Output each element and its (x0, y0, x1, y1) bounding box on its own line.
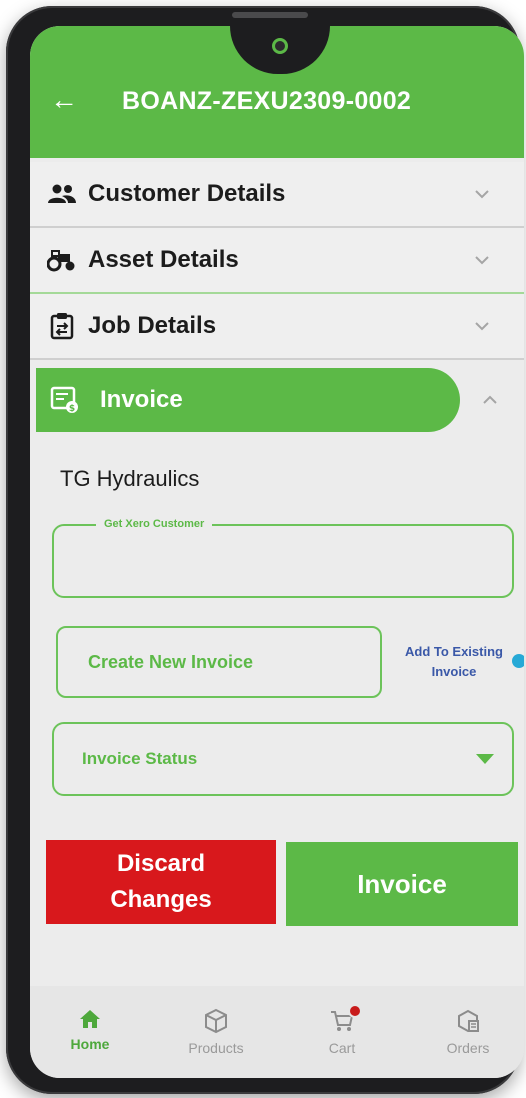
create-new-invoice-button[interactable]: Create New Invoice (56, 626, 382, 698)
invoice-status-placeholder: Invoice Status (82, 749, 198, 768)
divider (30, 358, 524, 360)
section-label: Job Details (88, 312, 217, 339)
orders-icon (458, 1009, 479, 1033)
chevron-down-icon (475, 322, 489, 331)
section-invoice[interactable]: $ Invoice (36, 368, 460, 432)
section-label: Asset Details (88, 246, 239, 273)
tractor-icon (40, 248, 84, 272)
invoice-button[interactable]: Invoice (286, 842, 518, 926)
nav-label: Cart (328, 1040, 356, 1056)
bottom-nav: Home Products Cart Orders (30, 986, 524, 1078)
section-customer-details[interactable]: Customer Details (30, 162, 524, 226)
box-icon (205, 1008, 227, 1034)
discard-changes-button[interactable]: Discard Changes (46, 840, 276, 924)
section-label: Invoice (100, 386, 183, 413)
app-screen: ← BOANZ-ZEXU2309-0002 Customer Details A… (30, 26, 524, 1078)
nav-cart[interactable]: Cart (292, 986, 392, 1078)
svg-text:$: $ (69, 404, 75, 414)
section-label: Customer Details (88, 180, 286, 207)
arrow-left-icon[interactable]: ← (46, 82, 82, 118)
customer-name: TG Hydraulics (60, 466, 200, 491)
nav-label: Home (70, 1036, 110, 1052)
chevron-up-icon[interactable] (478, 388, 502, 412)
nav-orders[interactable]: Orders (418, 986, 518, 1078)
nav-label: Orders (446, 1040, 490, 1056)
xero-customer-field[interactable] (52, 524, 514, 598)
chevron-down-icon (475, 190, 489, 199)
nav-home[interactable]: Home (40, 986, 140, 1078)
indicator-dot (512, 654, 524, 668)
home-icon (80, 1010, 100, 1028)
app-header: ← BOANZ-ZEXU2309-0002 (30, 26, 524, 158)
camera-icon (272, 38, 288, 54)
caret-down-icon (476, 754, 494, 764)
nav-label: Products (188, 1040, 244, 1056)
invoice-icon: $ (50, 385, 84, 415)
phone-top-edge (232, 12, 308, 18)
add-to-existing-invoice-link[interactable]: Add To Existing Invoice (396, 642, 512, 682)
phone-frame: ← BOANZ-ZEXU2309-0002 Customer Details A… (6, 6, 524, 1094)
xero-customer-label: Get Xero Customer (96, 516, 213, 532)
invoice-status-select[interactable]: Invoice Status (52, 722, 514, 796)
section-asset-details[interactable]: Asset Details (30, 228, 524, 292)
clipboard-transfer-icon (40, 312, 84, 340)
chevron-down-icon (475, 256, 489, 265)
nav-products[interactable]: Products (166, 986, 266, 1078)
section-job-details[interactable]: Job Details (30, 294, 524, 358)
cart-badge (348, 1004, 362, 1018)
people-icon (40, 183, 84, 205)
page-title: BOANZ-ZEXU2309-0002 (122, 87, 412, 115)
